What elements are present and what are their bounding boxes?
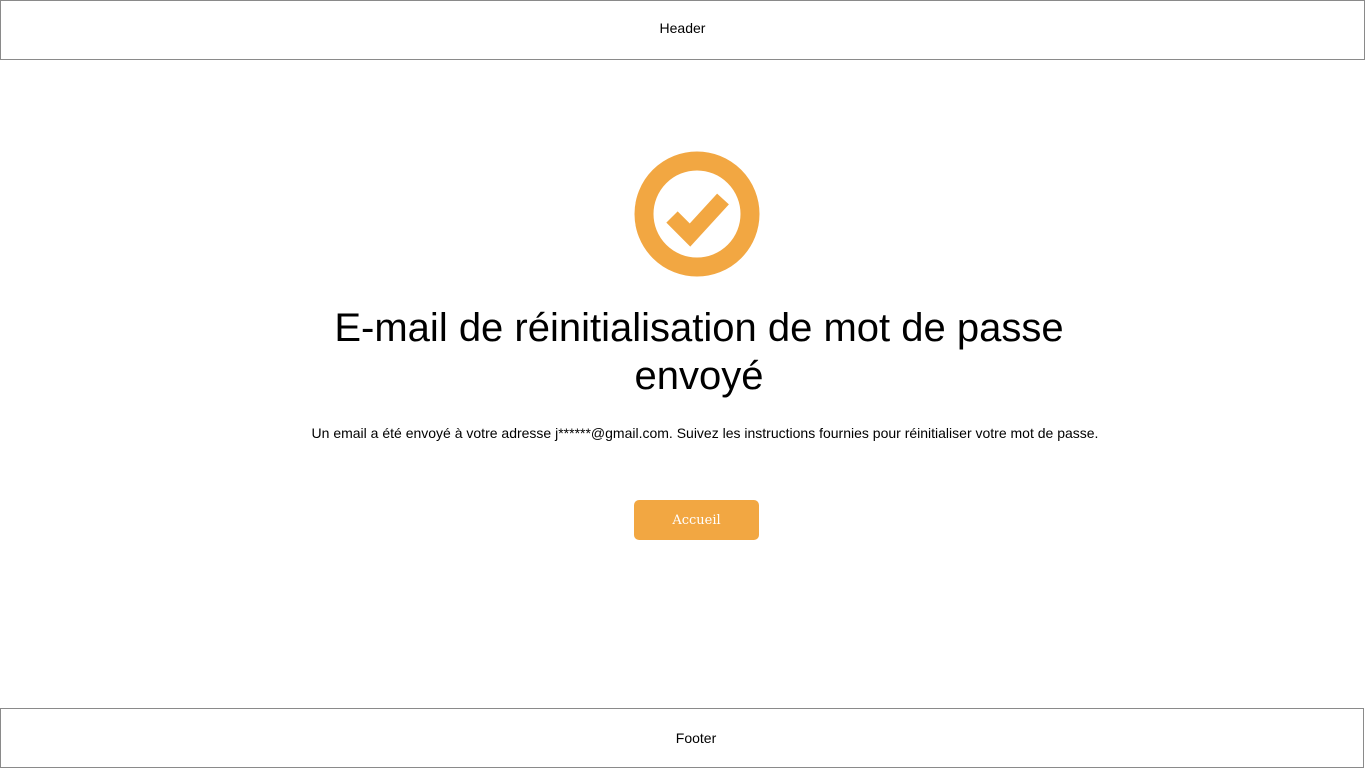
check-circle-icon-graphic [634, 151, 760, 277]
header-label: Header [659, 20, 706, 36]
page-title: E-mail de réinitialisation de mot de pas… [334, 306, 1064, 398]
footer: Footer [0, 708, 1364, 768]
home-button[interactable]: Accueil [634, 500, 759, 540]
footer-label: Footer [675, 730, 717, 746]
check-circle-icon [634, 151, 760, 277]
confirmation-message: Un email a été envoyé à votre adresse j*… [311, 425, 1099, 441]
page: Header E-mail de réinitialisation de mot… [0, 0, 1366, 771]
header: Header [0, 0, 1365, 60]
